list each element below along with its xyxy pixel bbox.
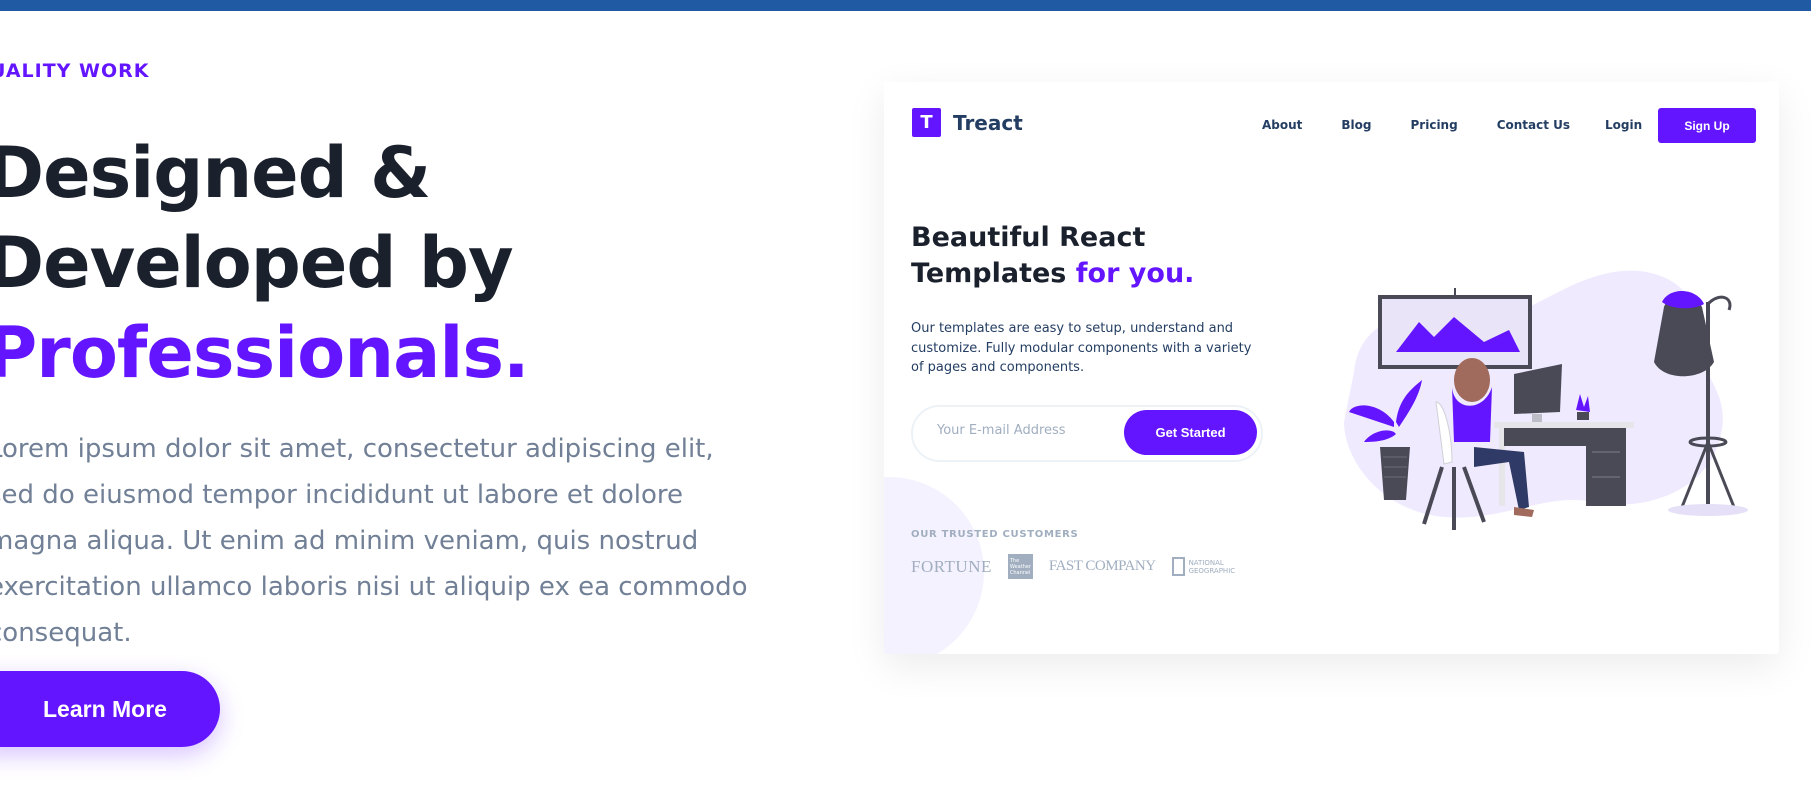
email-input[interactable]	[937, 423, 1117, 438]
preview-title-accent: for you.	[1075, 258, 1195, 289]
login-link[interactable]: Login	[1605, 118, 1642, 132]
headline-accent: Professionals.	[0, 312, 530, 394]
fast-company-logo: FAST COMPANY	[1048, 558, 1156, 574]
hero-section: UALITY WORK Designed & Developed by Prof…	[0, 0, 790, 790]
preview-title-line-2: Templates for you.	[911, 256, 1194, 292]
customer-logos: FORTUNE The Weather Channel FAST COMPANY…	[911, 554, 1237, 579]
preview-title-line-1: Beautiful React	[911, 222, 1146, 253]
preview-description: Our templates are easy to setup, underst…	[911, 321, 1252, 375]
nav-item-about[interactable]: About	[1262, 118, 1302, 132]
preview-nav: About Blog Pricing Contact Us	[1262, 118, 1609, 132]
nav-item-blog[interactable]: Blog	[1341, 118, 1371, 132]
template-preview-card: T Treact About Blog Pricing Contact Us L…	[884, 82, 1779, 654]
preview-title-text: Templates	[911, 258, 1076, 289]
email-form: Get Started	[911, 405, 1263, 462]
get-started-button[interactable]: Get Started	[1124, 410, 1257, 455]
headline-line-1: Designed &	[0, 132, 431, 214]
natgeo-text: NATIONAL GEOGRAPHIC	[1188, 558, 1236, 575]
preview-title: Beautiful React Templates for you.	[911, 220, 1194, 292]
hero-description: Lorem ipsum dolor sit amet, consectetur …	[0, 434, 748, 648]
nav-item-pricing[interactable]: Pricing	[1411, 118, 1458, 132]
weather-channel-logo: The Weather Channel	[1007, 554, 1033, 579]
fortune-logo: FORTUNE	[911, 556, 992, 576]
workspace-illustration	[1344, 270, 1748, 530]
desk	[1494, 422, 1634, 428]
national-geographic-logo: NATIONAL GEOGRAPHIC	[1171, 557, 1237, 576]
logo-text: Treact	[953, 110, 1023, 135]
signup-button[interactable]: Sign Up	[1658, 108, 1756, 143]
headline-line-2: Developed by	[0, 222, 514, 304]
preview-logo[interactable]: T Treact	[912, 108, 1023, 137]
learn-more-button[interactable]: Learn More	[0, 671, 220, 747]
hero-headline: Designed & Developed by Professionals.	[0, 128, 530, 398]
hero-eyebrow: UALITY WORK	[0, 60, 150, 82]
logo-icon: T	[912, 108, 941, 137]
nav-item-contact[interactable]: Contact Us	[1497, 118, 1570, 132]
natgeo-frame-icon	[1171, 557, 1185, 576]
trusted-customers-label: OUR TRUSTED CUSTOMERS	[911, 529, 1079, 540]
